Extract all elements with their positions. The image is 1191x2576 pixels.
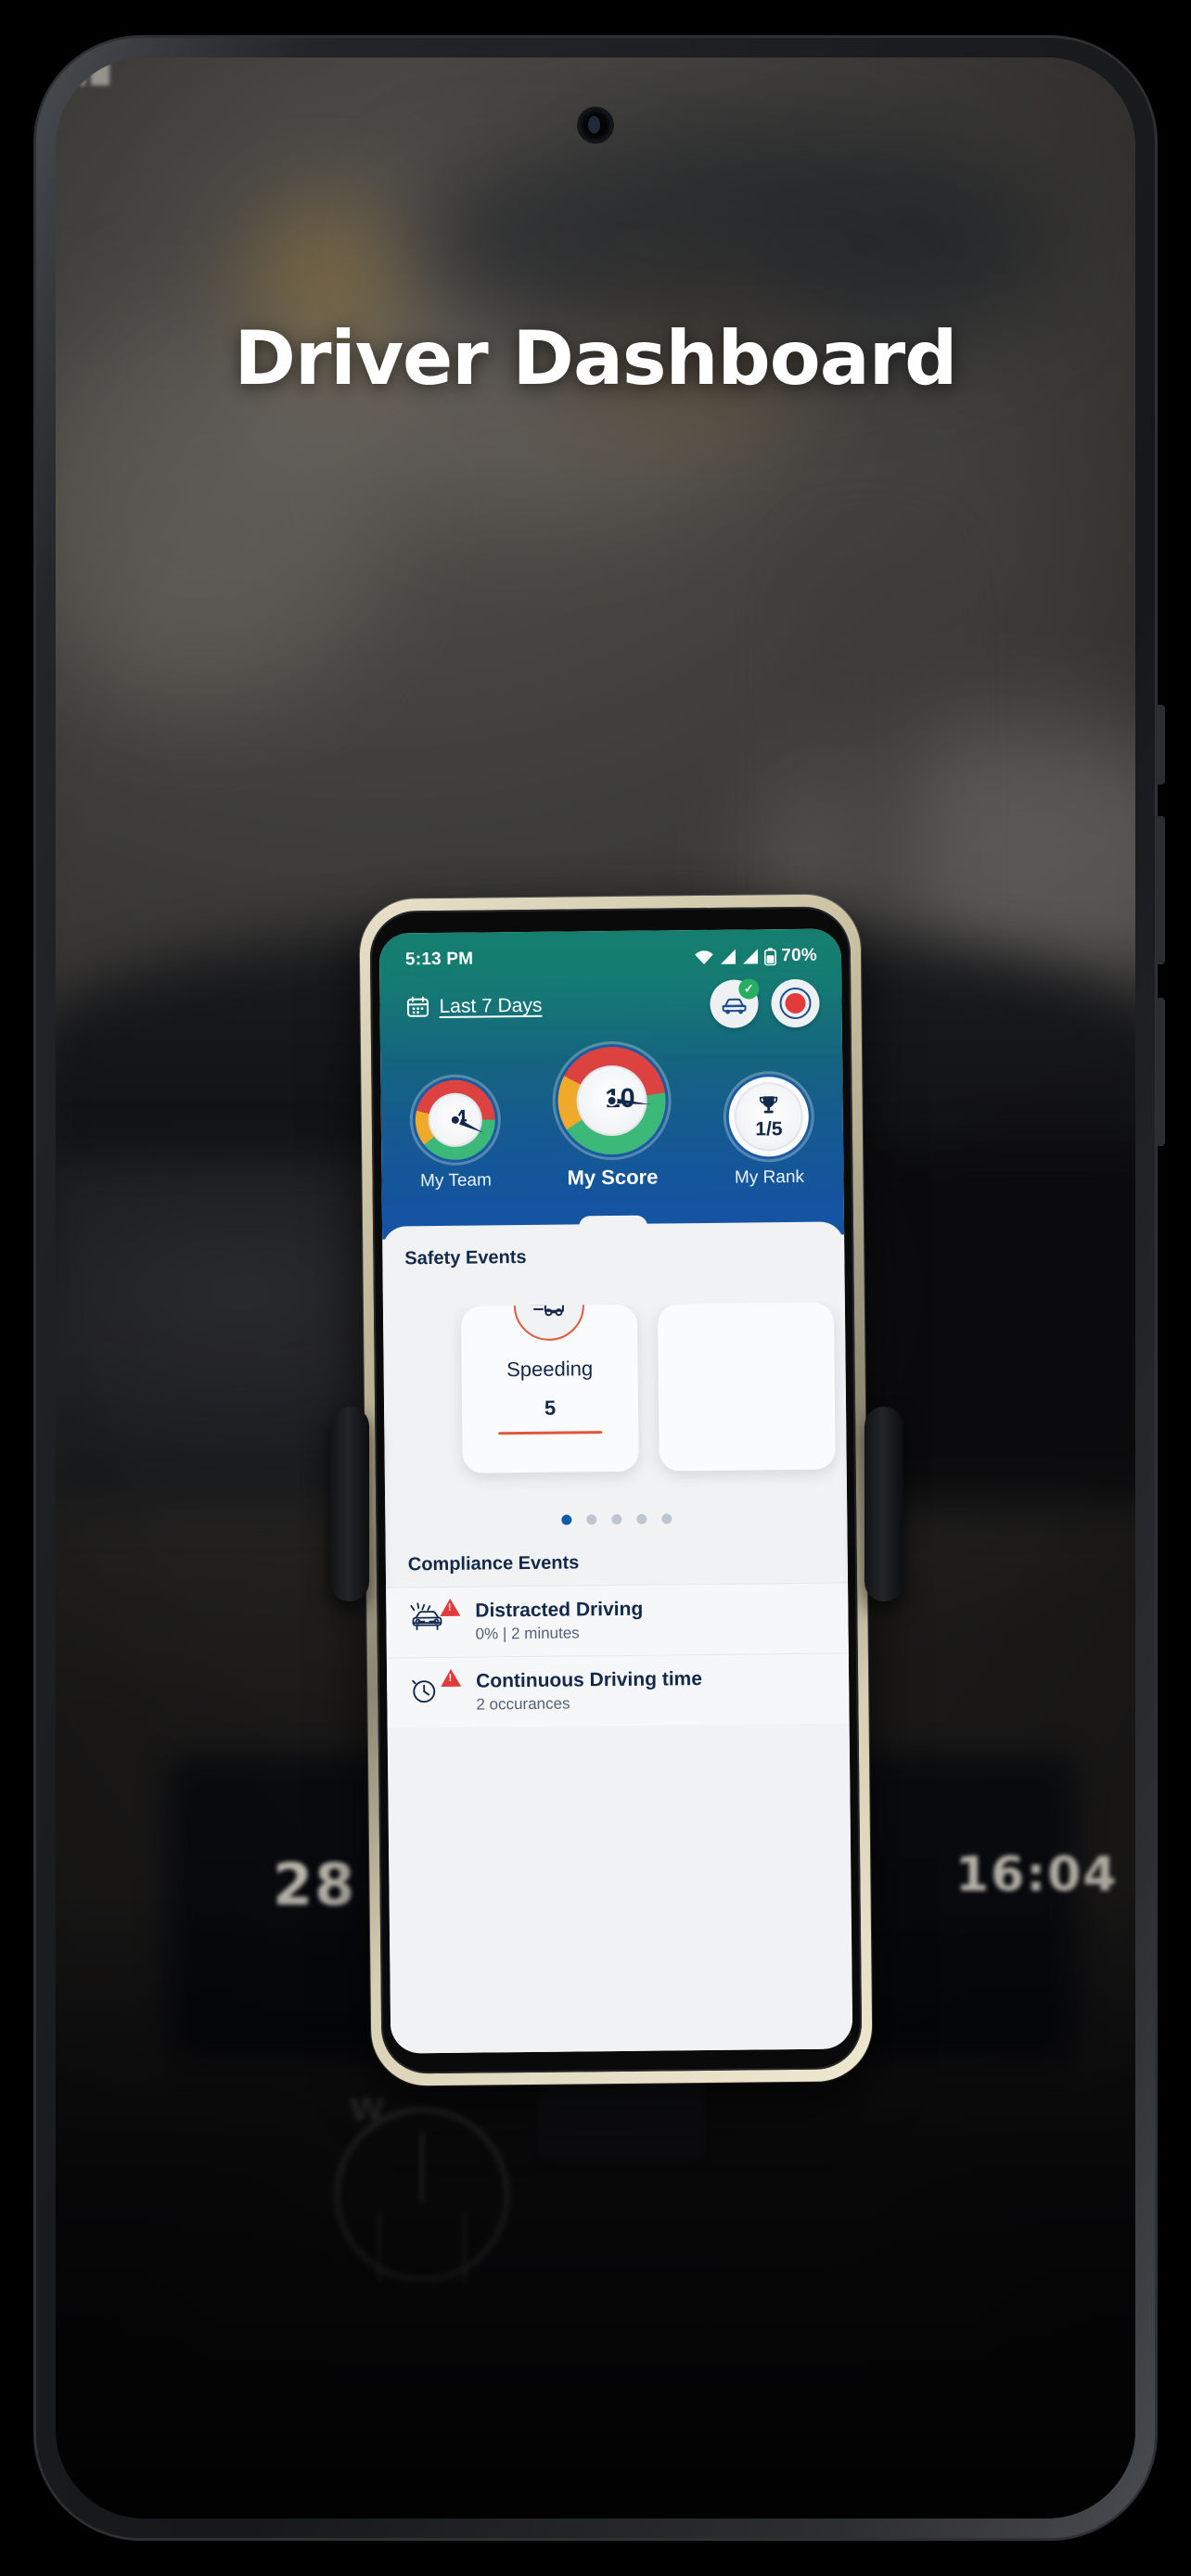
compliance-row-detail: 0% | 2 minutes <box>475 1624 580 1643</box>
compliance-events-title: Compliance Events <box>407 1552 580 1575</box>
app-screen: 5:13 PM 70% Last 7 Days ✓ 4 My Team 10 M… <box>378 928 853 2054</box>
compliance-row[interactable]: Distracted Driving 0% | 2 minutes <box>386 1582 849 1658</box>
record-trip-button[interactable] <box>771 978 820 1028</box>
compliance-row-name: Distracted Driving <box>475 1598 644 1622</box>
gauge-my-team-label: My Team <box>420 1170 492 1192</box>
front-camera-icon <box>580 109 611 141</box>
pager-dot[interactable] <box>560 1514 571 1525</box>
speeding-truck-icon <box>513 1302 585 1342</box>
vehicle-status-button[interactable]: ✓ <box>710 978 760 1028</box>
score-gauges: 4 My Team 10 My Score 1/5 My Rank <box>401 1027 824 1192</box>
phone-body: 5:13 PM 70% Last 7 Days ✓ 4 My Team 10 M… <box>369 906 863 2074</box>
compliance-row-name: Continuous Driving time <box>476 1668 703 1692</box>
phone-mount-grip-right <box>864 1407 903 1601</box>
header-row: Last 7 Days ✓ <box>400 966 822 1032</box>
pager-dot[interactable] <box>660 1513 672 1524</box>
date-range-label: Last 7 Days <box>439 994 543 1017</box>
pager-dot[interactable] <box>610 1513 621 1525</box>
device-screen: 28 16:04 w Driver Dashboard 5:13 PM <box>56 57 1135 2519</box>
safety-event-card-next[interactable] <box>657 1302 836 1472</box>
status-bar-time: 5:13 PM <box>404 949 474 970</box>
pager-dot[interactable] <box>585 1514 596 1525</box>
gauge-my-score-label: My Score <box>567 1165 659 1190</box>
safety-event-underline <box>498 1431 603 1435</box>
record-icon <box>777 986 813 1021</box>
signal-icon <box>742 948 760 964</box>
device-button-mute[interactable] <box>1156 705 1165 784</box>
pager-dot[interactable] <box>635 1513 647 1524</box>
gauge-my-rank-label: My Rank <box>734 1167 805 1188</box>
battery-icon <box>764 947 777 965</box>
sheet-handle <box>578 1215 648 1235</box>
compliance-events-list: Distracted Driving 0% | 2 minutes <box>386 1582 850 1728</box>
clock-warning-icon <box>407 1668 462 1714</box>
gauge-my-team[interactable]: 4 My Team <box>412 1077 499 1192</box>
calendar-icon <box>405 995 429 1019</box>
safety-events-title: Safety Events <box>404 1246 527 1269</box>
compliance-row-detail: 2 occurances <box>476 1694 570 1714</box>
wifi-icon <box>693 949 715 965</box>
header-actions: ✓ <box>710 978 820 1028</box>
phone-mount-grip-left <box>330 1407 369 1601</box>
gauge-my-rank-value: 1/5 <box>755 1117 783 1140</box>
app-header: 5:13 PM 70% Last 7 Days ✓ 4 My Team 10 M… <box>378 928 845 1240</box>
trophy-icon <box>757 1093 781 1117</box>
app-body: Safety Events Speeding 5 Compliance Even… <box>382 1215 853 2054</box>
battery-percent: 70% <box>781 945 818 966</box>
inner-phone: 5:13 PM 70% Last 7 Days ✓ 4 My Team 10 M… <box>359 894 873 2086</box>
page-title: Driver Dashboard <box>234 315 958 402</box>
compliance-row[interactable]: Continuous Driving time 2 occurances <box>386 1652 850 1728</box>
distracted-driving-icon <box>406 1598 461 1643</box>
status-badge: ✓ <box>738 978 760 1000</box>
gauge-my-score[interactable]: 10 My Score <box>554 1043 670 1190</box>
safety-event-card[interactable]: Speeding 5 <box>460 1302 639 1473</box>
safety-events-carousel[interactable]: Speeding 5 <box>383 1302 847 1492</box>
gauge-my-rank[interactable]: 1/5 My Rank <box>725 1073 813 1189</box>
outer-device: 28 16:04 w Driver Dashboard 5:13 PM <box>0 0 1191 2576</box>
date-range-picker[interactable]: Last 7 Days <box>405 994 543 1020</box>
warning-icon <box>441 1668 462 1687</box>
safety-event-name: Speeding <box>506 1357 594 1382</box>
safety-event-value: 5 <box>544 1396 557 1420</box>
device-button-power[interactable] <box>1156 998 1165 1146</box>
signal-icon <box>720 949 737 965</box>
status-bar: 5:13 PM 70% <box>400 929 821 971</box>
warning-icon <box>440 1598 461 1616</box>
device-button-volume[interactable] <box>1156 816 1165 964</box>
